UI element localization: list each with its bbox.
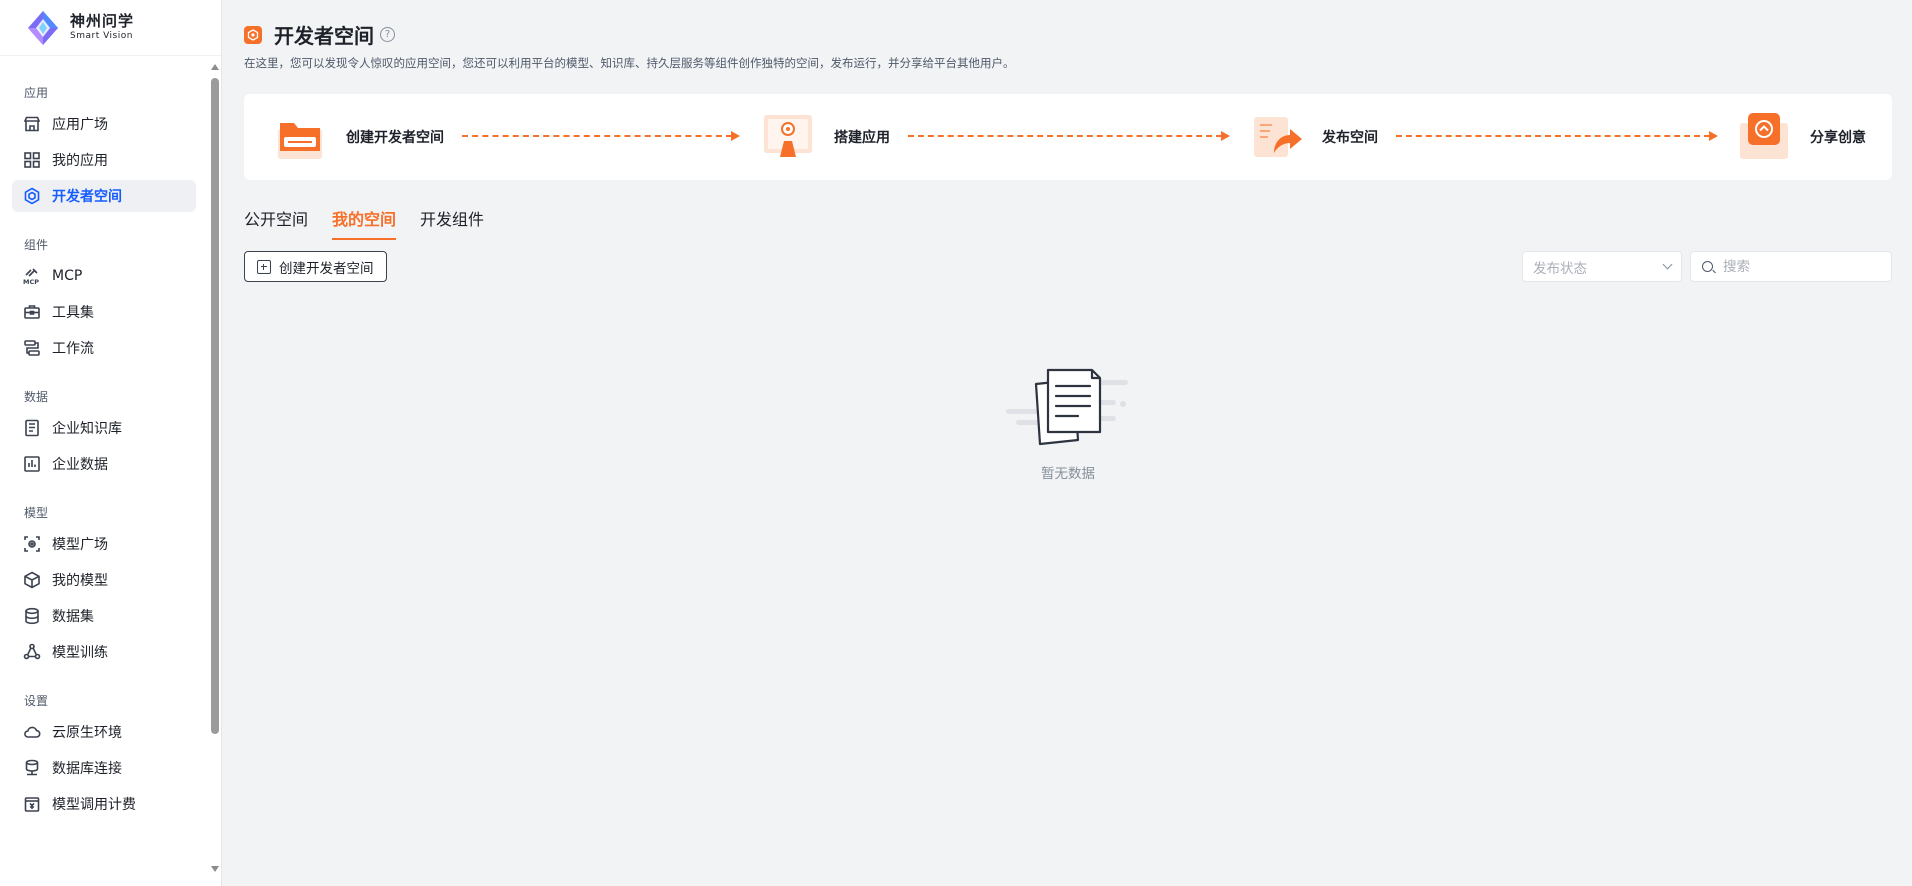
process-steps-banner: 创建开发者空间 搭建应用 发布空间 分享创意 [244, 94, 1892, 180]
sidebar-item-cloud-native-env[interactable]: 云原生环境 [12, 716, 196, 748]
sidebar-item-label: 企业知识库 [52, 421, 122, 437]
main-content: 开发者空间 ? 在这里，您可以发现令人惊叹的应用空间，您还可以利用平台的模型、知… [244, 0, 1892, 886]
sidebar-item-my-apps[interactable]: 我的应用 [12, 144, 196, 176]
step-create-space: 创建开发者空间 [274, 94, 444, 180]
cube-icon [22, 570, 42, 590]
create-developer-space-button[interactable]: 创建开发者空间 [244, 251, 387, 282]
nav-group-title: 数据 [24, 390, 49, 404]
scroll-down-arrow-icon[interactable] [211, 866, 219, 872]
model-square-icon [22, 534, 42, 554]
bar-chart-icon [22, 454, 42, 474]
build-app-icon [762, 111, 814, 163]
db-connect-icon [22, 758, 42, 778]
plus-square-icon [257, 259, 271, 274]
sidebar-item-label: 模型训练 [52, 645, 108, 661]
nav-group-title: 设置 [24, 694, 49, 708]
publish-share-icon [1250, 111, 1302, 163]
step-label: 创建开发者空间 [346, 130, 444, 146]
sidebar-item-label: 云原生环境 [52, 725, 122, 741]
sidebar-item-enterprise-data[interactable]: 企业数据 [12, 448, 196, 480]
brand-name-en: Smart Vision [70, 30, 133, 41]
step-connector-arrow [462, 131, 740, 141]
step-publish-space: 发布空间 [1250, 94, 1378, 180]
toolbox-icon [22, 302, 42, 322]
help-icon[interactable]: ? [380, 27, 395, 42]
step-connector-arrow [1396, 131, 1718, 141]
billing-icon [22, 794, 42, 814]
step-label: 分享创意 [1810, 130, 1866, 146]
nav-group-title: 组件 [24, 238, 49, 252]
step-label: 搭建应用 [834, 130, 890, 146]
search-input[interactable] [1723, 258, 1873, 275]
grid-icon [22, 150, 42, 170]
sidebar-item-label: 数据集 [52, 609, 94, 625]
step-connector-arrow [908, 131, 1230, 141]
sidebar-item-label: 模型调用计费 [52, 797, 136, 813]
page-description: 在这里，您可以发现令人惊叹的应用空间，您还可以利用平台的模型、知识库、持久层服务… [244, 56, 1015, 70]
training-icon [22, 642, 42, 662]
sidebar-nav: 应用 应用广场 我的应用 开发者空间 组件 MCP MCP 工具集 工作流 数据 [0, 62, 208, 886]
sidebar-item-label: 开发者空间 [52, 189, 122, 205]
sidebar-item-knowledge-base[interactable]: 企业知识库 [12, 412, 196, 444]
sidebar-item-model-training[interactable]: 模型训练 [12, 636, 196, 668]
sidebar-scrollbar[interactable] [209, 60, 221, 886]
sidebar-item-label: 工作流 [52, 341, 94, 357]
logo[interactable]: 神州问学 Smart Vision [0, 0, 221, 56]
nav-group-title: 模型 [24, 506, 49, 520]
folder-create-icon [274, 111, 326, 163]
sidebar-item-label: 企业数据 [52, 457, 108, 473]
sidebar: 神州问学 Smart Vision 应用 应用广场 我的应用 开发者空间 组件 … [0, 0, 222, 886]
step-build-app: 搭建应用 [762, 94, 890, 180]
sidebar-item-label: 我的应用 [52, 153, 108, 169]
tab-public-space[interactable]: 公开空间 [244, 206, 308, 236]
sidebar-item-label: 数据库连接 [52, 761, 122, 777]
tab-dev-components[interactable]: 开发组件 [420, 206, 484, 236]
sidebar-item-my-models[interactable]: 我的模型 [12, 564, 196, 596]
database-icon [22, 606, 42, 626]
sidebar-item-label: 工具集 [52, 305, 94, 321]
sidebar-item-db-connection[interactable]: 数据库连接 [12, 752, 196, 784]
create-button-label: 创建开发者空间 [279, 260, 374, 277]
empty-state: 暂无数据 [1006, 364, 1130, 482]
search-icon [1702, 261, 1713, 272]
brand-logo-icon [24, 9, 62, 47]
sidebar-item-app-square[interactable]: 应用广场 [12, 108, 196, 140]
store-icon [22, 114, 42, 134]
brand-name: 神州问学 [70, 12, 135, 31]
empty-documents-icon [1006, 364, 1130, 452]
sidebar-item-label: 应用广场 [52, 117, 108, 133]
chevron-down-icon [1662, 259, 1673, 270]
nav-group-title: 应用 [24, 86, 49, 100]
tab-my-space[interactable]: 我的空间 [332, 206, 397, 240]
sidebar-item-toolset[interactable]: 工具集 [12, 296, 196, 328]
sidebar-item-label: MCP [52, 268, 83, 284]
workflow-icon [22, 338, 42, 358]
sidebar-item-label: 我的模型 [52, 573, 108, 589]
step-share-idea: 分享创意 [1738, 94, 1866, 180]
sidebar-item-developer-space[interactable]: 开发者空间 [12, 180, 196, 212]
svg-text:MCP: MCP [23, 278, 39, 285]
sidebar-item-dataset[interactable]: 数据集 [12, 600, 196, 632]
share-idea-icon [1738, 111, 1790, 163]
scroll-up-arrow-icon[interactable] [211, 64, 219, 70]
cloud-icon [22, 722, 42, 742]
page-header: 开发者空间 ? [244, 20, 395, 49]
search-box[interactable] [1690, 251, 1892, 282]
sidebar-item-workflow[interactable]: 工作流 [12, 332, 196, 364]
status-select-placeholder: 发布状态 [1533, 260, 1587, 277]
publish-status-select[interactable]: 发布状态 [1522, 251, 1682, 282]
mcp-icon: MCP [22, 266, 42, 286]
developer-space-icon [244, 25, 262, 44]
knowledge-base-icon [22, 418, 42, 438]
hexagon-cube-icon [22, 186, 42, 206]
space-tabs: 公开空间 我的空间 开发组件 [244, 206, 508, 240]
sidebar-item-mcp[interactable]: MCP MCP [12, 260, 196, 292]
sidebar-item-model-square[interactable]: 模型广场 [12, 528, 196, 560]
sidebar-item-label: 模型广场 [52, 537, 108, 553]
scroll-thumb[interactable] [211, 78, 219, 734]
empty-state-label: 暂无数据 [1041, 466, 1095, 482]
sidebar-item-model-billing[interactable]: 模型调用计费 [12, 788, 196, 820]
step-label: 发布空间 [1322, 130, 1378, 146]
page-title: 开发者空间 [274, 24, 374, 48]
